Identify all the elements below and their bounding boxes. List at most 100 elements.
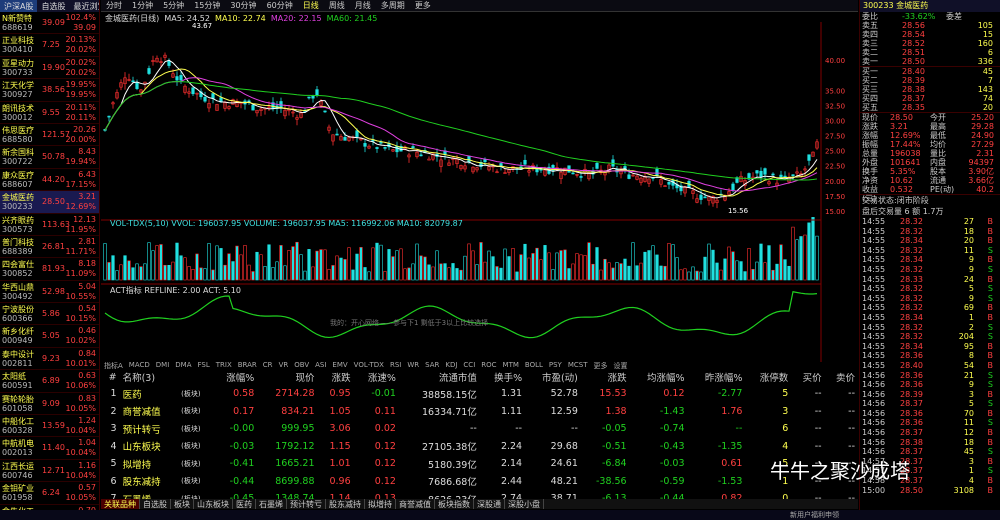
column-header[interactable]: 涨跌 <box>318 369 354 385</box>
volume-bar <box>807 222 811 281</box>
watchlist-row[interactable]: 华西山鼎 300492 52.98 5.04 10.55% <box>0 281 99 304</box>
bottom-tab[interactable]: 拟增持 <box>365 499 396 509</box>
column-header[interactable]: 均涨幅% <box>630 369 688 385</box>
table-row[interactable]: 2 商誉减值 (板块) 0.17 834.21 1.05 0.11 16334.71亿 1.11… <box>101 403 858 421</box>
table-row[interactable]: 6 股东减持 (板块) -0.44 8699.88 0.96 0.12 7686.68亿 2.4… <box>101 473 858 491</box>
table-row[interactable]: 4 山东板块 (板块) -0.03 1792.12 1.15 0.12 27105.38亿 2.… <box>101 438 858 456</box>
bottom-tab[interactable]: 石墨烯 <box>256 499 287 509</box>
volume-bar <box>339 257 343 281</box>
watchlist-row[interactable]: N新赞特 688619 39.09 102.4% 39.09 <box>0 12 99 35</box>
watchlist-row[interactable]: 伟思医疗 688580 121.57 20.26 20.00% <box>0 124 99 147</box>
tick-price: 28.32 <box>900 322 923 332</box>
period-tab[interactable]: 周线 <box>324 0 350 11</box>
watchlist-row[interactable]: 江西长运 600746 12.71 1.16 10.04% <box>0 460 99 483</box>
period-tab[interactable]: 30分钟 <box>225 0 261 11</box>
bottom-tab[interactable]: 自选股 <box>140 499 171 509</box>
period-tab[interactable]: 15分钟 <box>189 0 225 11</box>
table-cell: 12.59 <box>550 405 578 417</box>
watchlist-row[interactable]: 江天化学 300927 38.56 19.95% 19.95% <box>0 79 99 102</box>
table-row[interactable]: 1 医药 (板块) 0.58 2714.28 0.95 -0.01 38858.15亿 1.31… <box>101 385 858 403</box>
period-tab[interactable]: 月线 <box>350 0 376 11</box>
column-header[interactable]: 流通市值 <box>399 369 480 385</box>
column-header[interactable]: 昨涨幅% <box>688 369 746 385</box>
watchlist-row[interactable]: 兴齐眼药 300573 113.63 12.13 11.95% <box>0 214 99 236</box>
column-header[interactable]: 名称(3) <box>120 369 179 385</box>
watchlist-row[interactable]: 金钼矿业 601958 6.24 0.57 10.05% <box>0 482 99 505</box>
bottom-tab[interactable]: 股东减持 <box>326 499 365 509</box>
volume-bar <box>351 269 355 281</box>
bottom-tab[interactable]: 深股小盘 <box>505 499 544 509</box>
status-text[interactable]: 新用户福利申领 <box>790 510 839 520</box>
table-cell: 0.17 <box>233 405 255 417</box>
table-row[interactable]: 3 预计转亏 (板块) -0.00 999.95 3.06 0.02 -- -- -- -0.05 -… <box>101 420 858 438</box>
tab-hs-a[interactable]: 沪深A股 <box>0 0 38 12</box>
watchlist-row[interactable]: 普门科技 688389 26.81 2.81 11.71% <box>0 236 99 259</box>
period-tab[interactable]: 1分钟 <box>127 0 158 11</box>
column-header[interactable]: 涨停数 <box>745 369 791 385</box>
watchlist-row[interactable]: 中航机电 002013 11.40 1.04 10.04% <box>0 437 99 460</box>
period-tab[interactable]: 60分钟 <box>262 0 298 11</box>
column-header[interactable]: 涨跌 <box>581 369 630 385</box>
volume-bar <box>407 267 411 281</box>
table-cell: 2714.28 <box>275 388 315 400</box>
column-header[interactable]: 市盈(动) <box>525 369 581 385</box>
watchlist-row[interactable]: 康众医疗 688607 44.20 6.43 17.15% <box>0 169 99 192</box>
bottom-tab[interactable]: 深股通 <box>474 499 505 509</box>
stock-price: 9.55 <box>42 107 60 117</box>
table-cell: 24.61 <box>550 458 578 470</box>
tab-watchlist[interactable]: 自选股 <box>37 0 69 12</box>
period-tab[interactable]: 5分钟 <box>158 0 189 11</box>
period-tab[interactable]: 更多 <box>410 0 436 11</box>
candle-body <box>467 155 471 163</box>
bid-price: 28.40 <box>902 67 925 76</box>
candle-body <box>595 162 599 169</box>
volume-bar <box>567 268 571 281</box>
watchlist-row[interactable]: 正业科技 300410 7.25 20.13% 20.02% <box>0 34 99 57</box>
volume-bar <box>511 248 515 281</box>
volume-bar <box>119 264 123 281</box>
bottom-tab[interactable]: 板块 <box>171 499 194 509</box>
period-tab[interactable]: 日线 <box>298 0 324 11</box>
watchlist-row[interactable]: 新乡化纤 000949 5.05 0.46 10.02% <box>0 325 99 348</box>
committee-ratio: 委比 -33.62% 委差 <box>860 12 1000 21</box>
column-header[interactable]: 涨幅% <box>212 369 257 385</box>
period-tab[interactable]: 分时 <box>101 0 127 11</box>
tick-time: 14:56 <box>862 380 886 390</box>
low-label: 15.56 <box>728 207 749 215</box>
bottom-tab[interactable]: 医药 <box>233 499 256 509</box>
volume-bar <box>391 256 395 281</box>
watchlist-row[interactable]: 新余国科 300722 50.78 8.43 19.94% <box>0 146 99 169</box>
bottom-tab[interactable]: 关联品种 <box>101 499 140 509</box>
watchlist-row[interactable]: 泰中设计 002811 9.23 0.84 10.01% <box>0 348 99 371</box>
watchlist-row[interactable]: 朗讯技术 300012 9.55 20.11% 20.11% <box>0 102 99 124</box>
column-header[interactable]: 现价 <box>257 369 317 385</box>
watchlist-row[interactable]: 太阳纸 600591 6.89 0.63 10.06% <box>0 370 99 393</box>
column-header[interactable]: # <box>101 369 120 385</box>
stock-price: 7.25 <box>42 40 60 50</box>
stat-label2: 今开 <box>930 113 946 122</box>
watchlist-row[interactable]: 中船化工 600328 13.59 1.24 10.04% <box>0 415 99 438</box>
tick-price: 28.32 <box>900 217 923 226</box>
bottom-tab[interactable]: 商誉减值 <box>396 499 435 509</box>
bid-row: 买三 28.38 143 <box>860 85 1000 94</box>
watchlist-row[interactable]: 四会富仕 300852 81.93 8.18 11.09% <box>0 258 99 281</box>
bottom-tab[interactable]: 山东板块 <box>194 499 233 509</box>
stat-label2: 最高 <box>930 122 946 131</box>
watchlist-row[interactable]: 亚星动力 300733 19.90 20.02% 20.02% <box>0 57 99 80</box>
bottom-tab[interactable]: 板块指数 <box>435 499 474 509</box>
period-tab[interactable]: 多周期 <box>376 0 410 11</box>
wc-label: 委差 <box>946 12 962 21</box>
column-header[interactable] <box>178 369 212 385</box>
volume-bar <box>767 245 771 281</box>
column-header[interactable]: 买价 <box>791 369 824 385</box>
stock-price: 52.98 <box>42 286 65 296</box>
watchlist-row[interactable]: 宁波股份 600366 5.86 0.54 10.15% <box>0 303 99 326</box>
watchlist-row[interactable]: 金城医药 300233 28.50 3.21 12.69% <box>0 191 99 214</box>
column-header[interactable]: 涨速% <box>354 369 399 385</box>
table-row[interactable]: 5 拟增持 (板块) -0.41 1665.21 1.01 0.12 5180.39亿 2.14… <box>101 455 858 473</box>
column-header[interactable]: 卖价 <box>825 369 858 385</box>
watchlist-row[interactable]: 赛轮轮胎 601058 9.09 0.83 10.05% <box>0 393 99 416</box>
column-header[interactable]: 换手% <box>480 369 525 385</box>
tab-recent[interactable]: 最近浏览 <box>69 0 99 12</box>
bottom-tab[interactable]: 预计转亏 <box>287 499 326 509</box>
